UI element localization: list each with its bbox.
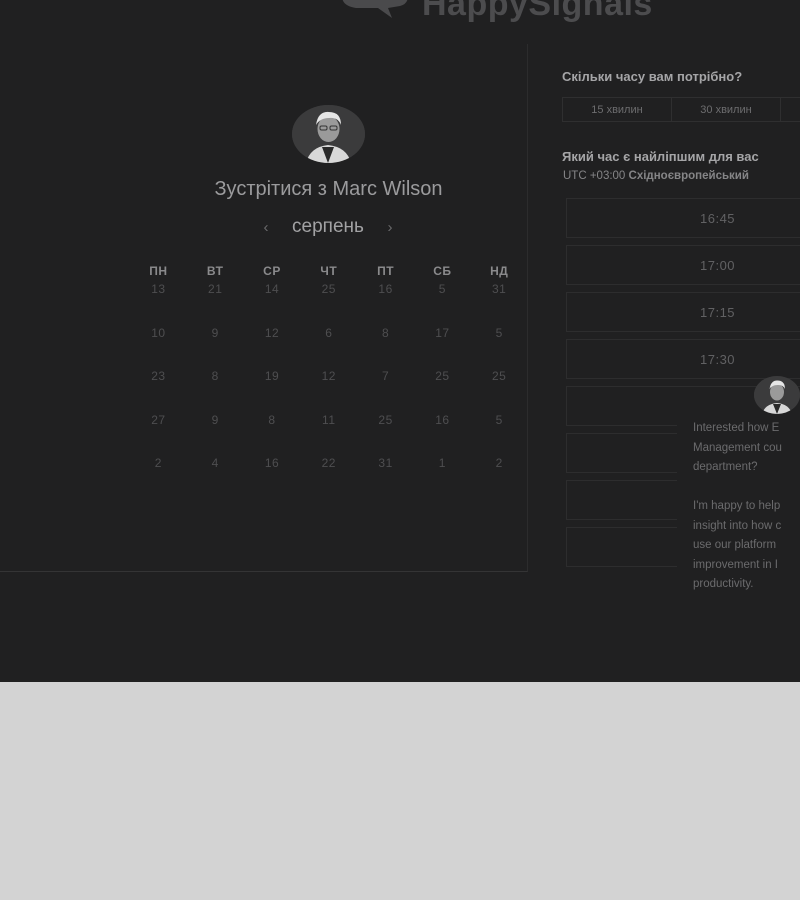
chat-bubble-logo-icon bbox=[338, 0, 412, 30]
calendar-day[interactable]: 25 bbox=[471, 369, 528, 413]
calendar-day[interactable]: 5 bbox=[414, 282, 471, 326]
weekday-label: ПН bbox=[149, 264, 168, 278]
calendar-day[interactable]: 14 bbox=[244, 282, 301, 326]
calendar-day[interactable]: 16 bbox=[357, 282, 414, 326]
month-label: серпень bbox=[292, 216, 364, 237]
calendar-day[interactable]: 16 bbox=[414, 413, 471, 457]
weekday-label: ПТ bbox=[377, 264, 395, 278]
calendar-day[interactable]: 4 bbox=[187, 456, 244, 500]
time-slot[interactable]: 17:30 bbox=[566, 339, 800, 379]
duration-option-30[interactable]: 30 хвилин bbox=[671, 97, 781, 122]
weekday-label: СБ bbox=[433, 264, 452, 278]
calendar-week: 2 4 16 22 31 1 2 bbox=[130, 456, 528, 500]
calendar-day[interactable]: 10 bbox=[130, 326, 187, 370]
timezone-offset: UTC +03:00 bbox=[563, 170, 626, 182]
calendar-day[interactable]: 8 bbox=[187, 369, 244, 413]
calendar-day[interactable]: 2 bbox=[471, 456, 528, 500]
calendar-day[interactable]: 8 bbox=[244, 413, 301, 457]
month-navigation: ‹ серпень › bbox=[258, 216, 398, 238]
calendar-day[interactable]: 23 bbox=[130, 369, 187, 413]
calendar-day[interactable]: 31 bbox=[471, 282, 528, 326]
calendar-day[interactable]: 17 bbox=[414, 326, 471, 370]
calendar-day[interactable]: 16 bbox=[244, 456, 301, 500]
calendar-day[interactable]: 9 bbox=[187, 413, 244, 457]
scheduler-app: HappySignals Зустрітися з Marc Wilson ‹ … bbox=[0, 0, 800, 682]
calendar-day[interactable]: 25 bbox=[414, 369, 471, 413]
time-question: Який час є найліпшим для вас bbox=[562, 149, 759, 164]
weekday-label: ВТ bbox=[206, 264, 224, 278]
calendar-day[interactable]: 31 bbox=[357, 456, 414, 500]
weekday-label: НД bbox=[490, 264, 509, 278]
calendar-day[interactable]: 5 bbox=[471, 326, 528, 370]
duration-option-more[interactable] bbox=[780, 97, 800, 122]
calendar-day[interactable]: 8 bbox=[357, 326, 414, 370]
duration-question: Скільки часу вам потрібно? bbox=[562, 69, 743, 84]
calendar-day[interactable]: 27 bbox=[130, 413, 187, 457]
duration-option-15[interactable]: 15 хвилин bbox=[562, 97, 672, 122]
calendar-day[interactable]: 12 bbox=[300, 369, 357, 413]
time-slot[interactable]: 16:45 bbox=[566, 198, 800, 238]
calendar-day[interactable]: 7 bbox=[357, 369, 414, 413]
weekday-header: ПН ВТ СР ЧТ ПТ СБ НД bbox=[130, 264, 528, 278]
calendar-week: 27 9 8 11 25 16 5 bbox=[130, 413, 528, 457]
calendar-week: 23 8 19 12 7 25 25 bbox=[130, 369, 528, 413]
timezone-selector[interactable]: UTC +03:00 Східноєвропейський bbox=[563, 170, 749, 182]
time-slot[interactable]: 17:15 bbox=[566, 292, 800, 332]
chat-message-bubble[interactable]: Interested how E Management cou departme… bbox=[677, 417, 800, 592]
weekday-label: ЧТ bbox=[320, 264, 338, 278]
calendar-day[interactable]: 22 bbox=[300, 456, 357, 500]
calendar-panel: Зустрітися з Marc Wilson ‹ серпень › ПН … bbox=[0, 44, 528, 572]
calendar-day[interactable]: 25 bbox=[300, 282, 357, 326]
calendar-day[interactable]: 21 bbox=[187, 282, 244, 326]
calendar-day[interactable]: 25 bbox=[357, 413, 414, 457]
chevron-right-icon[interactable]: › bbox=[382, 219, 398, 236]
calendar-day[interactable]: 19 bbox=[244, 369, 301, 413]
brand-logo[interactable]: HappySignals bbox=[338, 0, 653, 30]
calendar-day[interactable]: 9 bbox=[187, 326, 244, 370]
calendar-day[interactable]: 12 bbox=[244, 326, 301, 370]
calendar-day[interactable]: 6 bbox=[300, 326, 357, 370]
chat-message-text: Interested how E Management cou departme… bbox=[693, 422, 782, 590]
calendar-week: 10 9 12 6 8 17 5 bbox=[130, 326, 528, 370]
duration-options: 15 хвилин 30 хвилин bbox=[562, 97, 800, 122]
host-avatar bbox=[292, 105, 365, 163]
calendar-day[interactable]: 11 bbox=[300, 413, 357, 457]
time-slot[interactable]: 17:00 bbox=[566, 245, 800, 285]
calendar-day[interactable]: 2 bbox=[130, 456, 187, 500]
calendar-day[interactable]: 13 bbox=[130, 282, 187, 326]
brand-name: HappySignals bbox=[422, 0, 653, 23]
calendar-day[interactable]: 1 bbox=[414, 456, 471, 500]
calendar-week: 13 21 14 25 16 5 31 bbox=[130, 282, 528, 326]
calendar-day[interactable]: 5 bbox=[471, 413, 528, 457]
chat-avatar[interactable] bbox=[754, 376, 800, 414]
timezone-name: Східноєвропейський bbox=[628, 170, 749, 182]
weekday-label: СР bbox=[263, 264, 281, 278]
calendar-grid: 13 21 14 25 16 5 31 10 9 12 6 8 17 5 23 … bbox=[130, 282, 528, 500]
chevron-left-icon[interactable]: ‹ bbox=[258, 219, 274, 236]
